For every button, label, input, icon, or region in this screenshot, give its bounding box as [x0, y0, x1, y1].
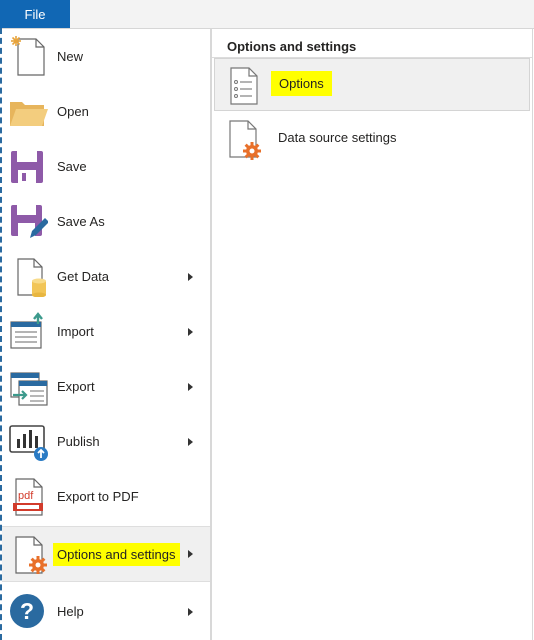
menu-item-new[interactable]: New — [2, 29, 210, 84]
svg-text:?: ? — [20, 598, 34, 624]
menu-item-label: Help — [57, 604, 84, 619]
menu-item-export[interactable]: Export — [2, 359, 210, 414]
menu-item-label: New — [57, 49, 84, 64]
menu-item-publish[interactable]: Publish — [2, 414, 210, 469]
menu-item-label: Publish — [57, 434, 100, 449]
folder-icon — [10, 102, 48, 126]
options-list-icon — [230, 67, 258, 105]
menu-item-label: Import — [57, 324, 94, 339]
submenu-panel: Options and settings Options Data source… — [211, 29, 533, 640]
menu-item-get-data[interactable]: Get Data — [2, 249, 210, 304]
publish-icon — [9, 425, 48, 461]
menu-item-import[interactable]: Import — [2, 304, 210, 359]
save-icon — [11, 151, 43, 183]
submenu-arrow-icon — [188, 272, 193, 281]
submenu-title: Options and settings — [227, 39, 357, 54]
menu-item-save-as[interactable]: Save As — [2, 194, 210, 249]
menu-item-label: Get Data — [57, 269, 110, 284]
menu-item-open[interactable]: Open — [2, 84, 210, 139]
menu-item-label: Save As — [57, 214, 105, 229]
export-icon — [10, 372, 48, 406]
menu-item-label: Save — [57, 159, 87, 174]
import-icon — [10, 312, 43, 349]
menu-item-label: Export to PDF — [57, 489, 139, 504]
menu-item-save[interactable]: Save — [2, 139, 210, 194]
menu-item-export-pdf[interactable]: pdf Export to PDF — [2, 469, 210, 524]
help-icon: ? — [10, 594, 44, 628]
new-file-icon — [11, 36, 45, 76]
title-bar: File — [0, 0, 534, 29]
submenu-item-label: Options — [271, 71, 332, 96]
data-source-settings-icon — [229, 120, 261, 160]
get-data-icon — [17, 258, 46, 297]
submenu-arrow-icon — [188, 437, 193, 446]
file-menu: New Open Save Save As Get Data Import Ex… — [2, 29, 211, 640]
options-settings-icon — [15, 536, 47, 574]
submenu-item-label: Data source settings — [278, 130, 397, 145]
pdf-icon: pdf — [13, 478, 43, 516]
svg-text:pdf: pdf — [18, 490, 34, 502]
submenu-arrow-icon — [188, 327, 193, 336]
menu-item-label: Open — [57, 104, 89, 119]
submenu-arrow-icon — [188, 607, 193, 616]
menu-item-label: Export — [57, 379, 95, 394]
menu-item-label: Options and settings — [53, 542, 180, 566]
submenu-item-data-source-settings[interactable]: Data source settings — [214, 112, 530, 165]
submenu-arrow-icon — [188, 382, 193, 391]
save-as-icon — [11, 205, 48, 238]
menu-item-help[interactable]: ? Help — [2, 584, 210, 639]
submenu-item-options[interactable]: Options — [214, 58, 530, 111]
file-tab[interactable]: File — [0, 0, 70, 28]
submenu-arrow-icon — [188, 550, 193, 558]
menu-item-options-settings[interactable]: Options and settings — [2, 526, 210, 582]
